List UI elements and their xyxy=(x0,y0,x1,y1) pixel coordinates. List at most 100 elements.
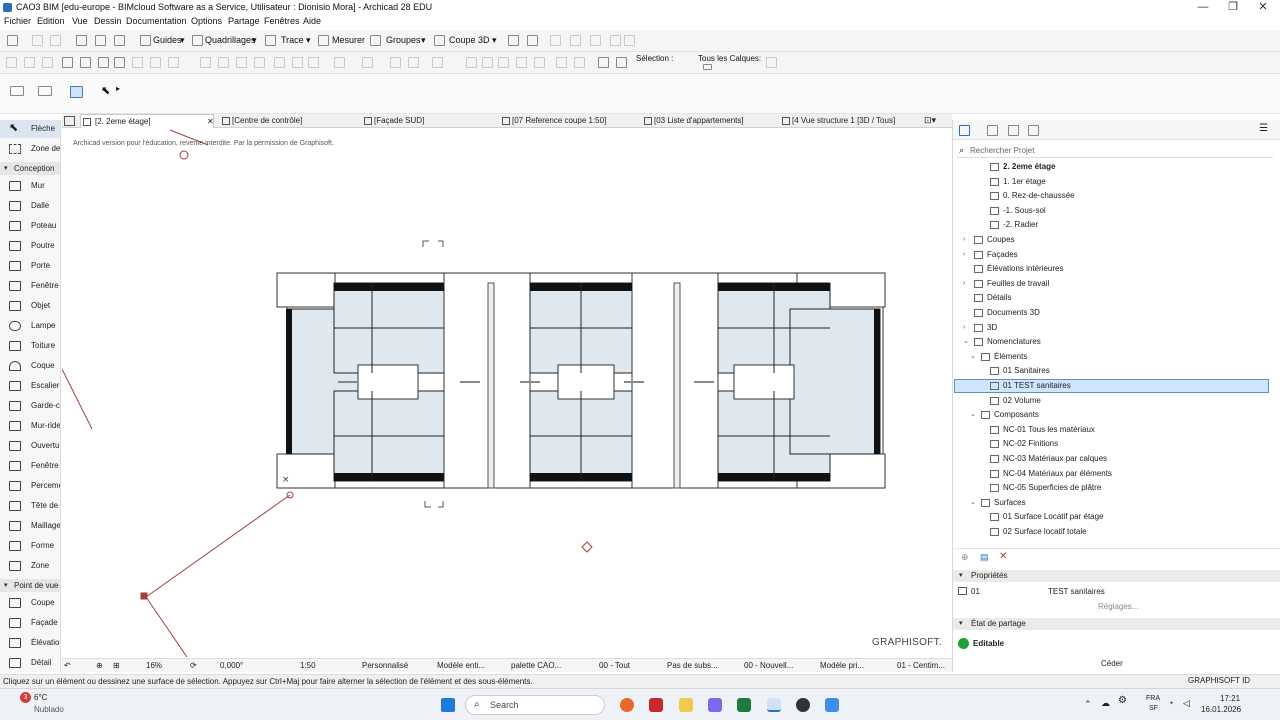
weather-badge[interactable]: 3 xyxy=(20,692,31,703)
tool-d-icon[interactable] xyxy=(62,57,73,68)
layer-lock-icon[interactable] xyxy=(766,57,777,68)
tree-item[interactable]: › Feuilles de travail xyxy=(953,277,1280,291)
property-name[interactable]: TEST sanitaires xyxy=(1048,587,1105,596)
layout-book-icon[interactable] xyxy=(1008,125,1019,136)
info-box-icon-3[interactable] xyxy=(70,86,83,98)
tree-item[interactable]: ⌄ Surfaces xyxy=(953,496,1280,510)
trace-icon[interactable] xyxy=(265,35,276,46)
tool-forme[interactable]: Forme xyxy=(0,537,60,555)
measure-button[interactable]: Mesurer xyxy=(332,35,365,45)
expand-arrow-icon[interactable]: ⌄ xyxy=(970,496,976,510)
home-icon[interactable] xyxy=(7,35,18,46)
tree-item[interactable]: 01 TEST sanitaires xyxy=(953,379,1280,393)
tool-poteau[interactable]: Poteau xyxy=(0,217,60,235)
redo-icon[interactable] xyxy=(50,35,61,46)
archicad-icon[interactable] xyxy=(649,698,663,712)
eyedropper-icon[interactable] xyxy=(114,35,125,46)
scale-value[interactable]: 1:50 xyxy=(300,661,316,670)
project-map-icon[interactable] xyxy=(959,125,970,136)
taskbar-search[interactable]: ⌕ Search xyxy=(465,695,605,715)
tool-ac-icon[interactable] xyxy=(574,57,585,68)
publisher-sets-icon[interactable] xyxy=(1028,125,1039,136)
maximize-button[interactable]: ❐ xyxy=(1218,0,1248,15)
tree-item[interactable]: NC-05 Superficies de plâtre xyxy=(953,481,1280,495)
edit-tool-4-icon[interactable] xyxy=(610,35,621,46)
tree-item[interactable]: › Coupes xyxy=(953,233,1280,247)
tool-porte[interactable]: Porte xyxy=(0,257,60,275)
tree-item[interactable]: ⌄ Nomenclatures xyxy=(953,335,1280,349)
menu-fichier[interactable]: Fichier xyxy=(4,16,31,26)
tree-item[interactable]: 02 Volume xyxy=(953,394,1280,408)
sharing-header[interactable]: ▾ État de partage xyxy=(953,618,1280,630)
tree-item[interactable]: -2. Radier xyxy=(953,218,1280,232)
edit-tool-2-icon[interactable] xyxy=(570,35,581,46)
tool-objet[interactable]: Objet xyxy=(0,297,60,315)
measure-icon[interactable] xyxy=(318,35,329,46)
tab-vue-structure[interactable]: [4 Vue structure 1 [3D / Tous] xyxy=(780,114,920,128)
pick-up-icon[interactable] xyxy=(76,35,87,46)
trace-button[interactable]: Trace xyxy=(281,35,304,45)
tab-grid-icon[interactable] xyxy=(64,116,75,126)
clock-date[interactable]: 16.01.2026 xyxy=(1201,705,1241,714)
zoom-value[interactable]: 16% xyxy=(146,661,162,670)
tool-f-icon[interactable] xyxy=(98,57,109,68)
expand-arrow-icon[interactable]: ⌄ xyxy=(963,335,969,349)
tree-item[interactable]: 1. 1er étage xyxy=(953,175,1280,189)
tool-fenetre[interactable]: Fenêtre xyxy=(0,277,60,295)
tool-j-icon[interactable] xyxy=(168,57,179,68)
menu-partage[interactable]: Partage xyxy=(228,16,260,26)
edit-tool-5-icon[interactable] xyxy=(624,35,635,46)
tab-facade-sud[interactable]: [Façade SUD] xyxy=(362,114,492,128)
groups-button[interactable]: Groupes xyxy=(386,35,421,45)
all-value[interactable]: 00 - Tout xyxy=(599,661,630,670)
release-button[interactable]: Céder xyxy=(1101,659,1123,668)
tool-poutre[interactable]: Poutre xyxy=(0,237,60,255)
tab-reference-coupe[interactable]: [07 Reference coupe 1:50] xyxy=(500,114,638,128)
layer-combo-value[interactable]: Personnalisé xyxy=(362,661,408,670)
groups-icon[interactable] xyxy=(370,35,381,46)
tool-n-icon[interactable] xyxy=(254,57,265,68)
tool-o-icon[interactable] xyxy=(274,57,285,68)
settings-icon[interactable]: ▤ xyxy=(980,552,989,563)
guides-icon[interactable] xyxy=(140,35,151,46)
volume-icon[interactable]: ◁ xyxy=(1183,698,1190,709)
tree-item[interactable]: 01 Surface Locatif par étage xyxy=(953,510,1280,524)
menu-fenetres[interactable]: Fenêtres xyxy=(264,16,300,26)
tool-coque[interactable]: Coque xyxy=(0,357,60,375)
tree-item[interactable]: 2. 2eme étage xyxy=(953,160,1280,174)
magic-wand-icon[interactable] xyxy=(527,35,538,46)
info-box-icon-2[interactable] xyxy=(38,86,52,96)
language-2[interactable]: SF xyxy=(1149,705,1158,712)
tool-l-icon[interactable] xyxy=(218,57,229,68)
tool-toiture[interactable]: Toiture xyxy=(0,337,60,355)
tool-elevation[interactable]: Élévation xyxy=(0,634,60,652)
tool-g-icon[interactable] xyxy=(114,57,125,68)
expand-arrow-icon[interactable]: › xyxy=(963,233,965,247)
tool-v-icon[interactable] xyxy=(432,57,443,68)
tree-item[interactable]: Détails xyxy=(953,291,1280,305)
tab-2eme-etage[interactable]: [2. 2eme étage] ✕ xyxy=(80,114,214,128)
tree-item[interactable]: NC-03 Matériaux par calques xyxy=(953,452,1280,466)
tool-marquee[interactable]: Zone de xyxy=(0,140,60,158)
tree-item[interactable]: NC-04 Matériaux par éléments xyxy=(953,467,1280,481)
tool-mur[interactable]: Mur xyxy=(0,177,60,195)
section-point-de-vue[interactable]: ▾ Point de vue xyxy=(0,579,60,592)
model-view-value[interactable]: Modèle enti... xyxy=(437,661,485,670)
zoom-fit-icon[interactable]: ⊞ xyxy=(113,661,120,670)
tool-c-icon[interactable] xyxy=(42,57,53,68)
grid-icon[interactable] xyxy=(192,35,203,46)
tab-centre-de-controle[interactable]: [Centre de contrôle] xyxy=(220,114,370,128)
tool-q-icon[interactable] xyxy=(308,57,319,68)
tool-mur-rideau[interactable]: Mur-ride xyxy=(0,417,60,435)
tool-coupe[interactable]: Coupe xyxy=(0,594,60,612)
tree-item[interactable]: -1. Sous-sol xyxy=(953,204,1280,218)
tool-escalier[interactable]: Escalier xyxy=(0,377,60,395)
inject-icon[interactable] xyxy=(95,35,106,46)
wifi-icon[interactable]: ◔ xyxy=(1168,698,1173,708)
menu-aide[interactable]: Aide xyxy=(303,16,321,26)
substructure-value[interactable]: Pas de subs... xyxy=(667,661,718,670)
excel-icon[interactable] xyxy=(737,698,751,712)
chrome-icon[interactable] xyxy=(796,698,810,712)
tool-tete-de-mur[interactable]: Tête de m xyxy=(0,497,60,515)
navigator-menu-icon[interactable]: ☰ xyxy=(1259,123,1268,134)
